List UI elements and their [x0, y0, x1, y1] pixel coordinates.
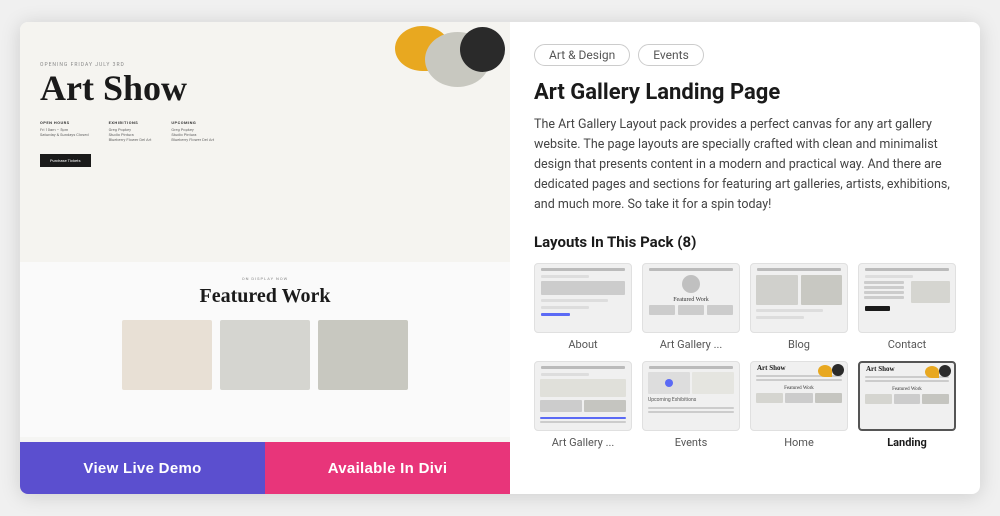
available-in-divi-button[interactable]: Available In Divi [265, 442, 510, 494]
layout-label-landing: Landing [887, 436, 927, 449]
layout-thumb-gallery: Featured Work [642, 263, 740, 333]
preview-area: Opening Friday July 3rd Art Show Open Ho… [20, 22, 510, 442]
layout-label-gallery: Art Gallery ... [660, 338, 723, 351]
layout-item-gallery[interactable]: Featured Work Art Gallery ... [642, 263, 740, 351]
layout-thumb-blog [750, 263, 848, 333]
mockup-label-exhibitions: Exhibitions [109, 120, 152, 125]
layout-thumb-home: Art Show Featured Work [750, 361, 848, 431]
shape-dark [460, 27, 505, 72]
mockup-thumb-1 [122, 320, 212, 390]
layout-label-contact: Contact [888, 338, 926, 351]
layouts-heading: Layouts In This Pack (8) [534, 233, 956, 251]
mockup-label-upcoming: Upcoming [171, 120, 214, 125]
mockup-value-exhibitions: Greg PopkeyStudio PinturaBlueberry Flowe… [109, 127, 152, 142]
right-panel: Art & Design Events Art Gallery Landing … [510, 22, 980, 494]
mockup-shapes [350, 22, 510, 102]
layout-item-about[interactable]: About [534, 263, 632, 351]
layout-thumb-about [534, 263, 632, 333]
mockup-thumb-3 [318, 320, 408, 390]
action-buttons: View Live Demo Available In Divi [20, 442, 510, 494]
layout-item-gallery2[interactable]: Art Gallery ... [534, 361, 632, 449]
layout-thumb-landing: Art Show Featured Work [858, 361, 956, 431]
view-demo-button[interactable]: View Live Demo [20, 442, 265, 494]
tag-art-design[interactable]: Art & Design [534, 44, 630, 66]
layout-label-about: About [568, 338, 597, 351]
mockup-info-row: Open Hours Fri 10am – 5pmSaturday & Sund… [40, 120, 490, 142]
layout-label-home: Home [784, 436, 814, 449]
layout-label-events: Events [675, 436, 708, 449]
mockup-info-col-hours: Open Hours Fri 10am – 5pmSaturday & Sund… [40, 120, 89, 142]
layout-item-landing[interactable]: Art Show Featured Work Landing [858, 361, 956, 449]
layout-thumb-gallery2 [534, 361, 632, 431]
mockup-artshow: Opening Friday July 3rd Art Show Open Ho… [20, 22, 510, 262]
product-title: Art Gallery Landing Page [534, 80, 956, 105]
mockup-thumbnails [40, 320, 490, 390]
mockup-value-hours: Fri 10am – 5pmSaturday & Sundays Closed [40, 127, 89, 137]
layout-item-blog[interactable]: Blog [750, 263, 848, 351]
mockup-info-col-exhibitions: Exhibitions Greg PopkeyStudio PinturaBlu… [109, 120, 152, 142]
tags-row: Art & Design Events [534, 44, 956, 66]
mockup-featured: On Display Now Featured Work [20, 262, 510, 437]
mockup-purchase-btn: Purchase Tickets [40, 154, 91, 167]
layout-item-home[interactable]: Art Show Featured Work Home [750, 361, 848, 449]
main-container: Opening Friday July 3rd Art Show Open Ho… [20, 22, 980, 494]
layout-thumb-contact [858, 263, 956, 333]
mockup-featured-title: Featured Work [40, 285, 490, 308]
layout-thumb-events: Upcoming Exhibitions [642, 361, 740, 431]
layout-label-gallery2: Art Gallery ... [552, 436, 615, 449]
tag-events[interactable]: Events [638, 44, 704, 66]
mockup-on-display: On Display Now [40, 276, 490, 281]
layout-item-contact[interactable]: Contact [858, 263, 956, 351]
layout-label-blog: Blog [788, 338, 810, 351]
layouts-grid: About Featured Work Art Gallery ... [534, 263, 956, 449]
mockup-info-col-upcoming: Upcoming Greg PopkeyStudio PinturaBluebe… [171, 120, 214, 142]
preview-mockup: Opening Friday July 3rd Art Show Open Ho… [20, 22, 510, 442]
mockup-value-upcoming: Greg PopkeyStudio PinturaBlueberry Flowe… [171, 127, 214, 142]
product-description: The Art Gallery Layout pack provides a p… [534, 115, 956, 215]
layout-item-events[interactable]: Upcoming Exhibitions Events [642, 361, 740, 449]
mockup-label-hours: Open Hours [40, 120, 89, 125]
mockup-thumb-2 [220, 320, 310, 390]
left-panel: Opening Friday July 3rd Art Show Open Ho… [20, 22, 510, 494]
